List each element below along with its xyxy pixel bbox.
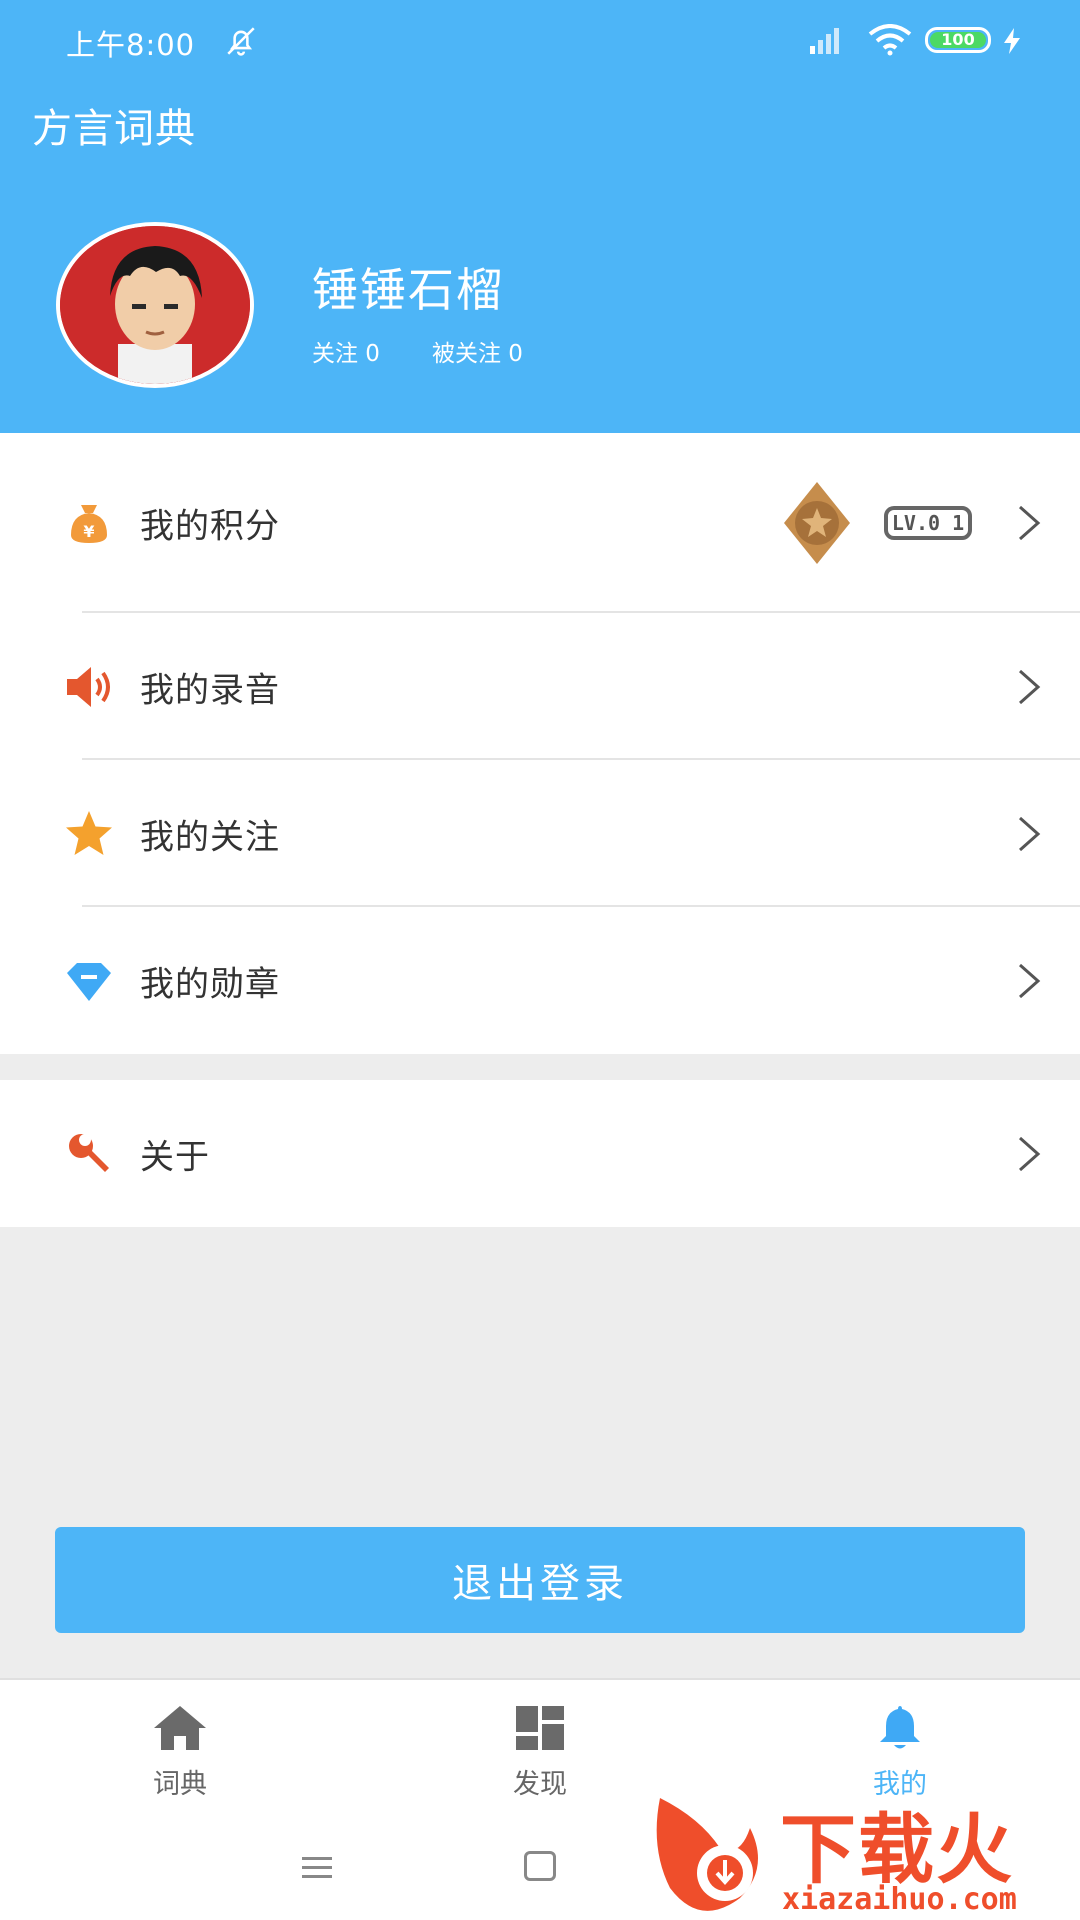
app-title: 方言词典 xyxy=(32,106,196,152)
menu-label-about: 关于 xyxy=(140,1137,210,1177)
follow-stats: 关注 0 被关注 0 xyxy=(312,334,523,368)
watermark: 下载火 xiazaihuo.com xyxy=(640,1778,1080,1920)
following-count[interactable]: 关注 0 xyxy=(312,334,380,368)
avatar[interactable] xyxy=(56,222,254,388)
chevron-right-icon xyxy=(1019,505,1041,541)
bell-off-icon xyxy=(227,27,255,56)
logout-button[interactable]: 退出登录 xyxy=(55,1527,1025,1633)
grid-icon xyxy=(516,1706,564,1750)
signal-icon xyxy=(810,28,839,54)
chevron-right-icon xyxy=(1019,816,1041,851)
wrench-icon xyxy=(69,1133,109,1172)
battery-level: 100 xyxy=(930,32,986,48)
menu-item-points[interactable]: ¥ 我的积分 LV.0 1 xyxy=(0,433,1080,613)
menu-item-about[interactable]: 关于 xyxy=(0,1080,1080,1227)
menu-label-points: 我的积分 xyxy=(140,506,280,547)
menu-item-medals[interactable]: 我的勋章 xyxy=(0,907,1080,1054)
menu-label-medals: 我的勋章 xyxy=(140,964,280,1004)
username: 锤锤石榴 xyxy=(312,263,504,317)
wifi-icon xyxy=(868,24,912,56)
menu-item-following[interactable]: 我的关注 xyxy=(0,760,1080,907)
status-time: 上午8:00 xyxy=(66,28,196,62)
speaker-icon xyxy=(67,666,110,707)
chevron-right-icon xyxy=(1019,963,1041,998)
chevron-right-icon xyxy=(1019,669,1041,704)
menu-label-recordings: 我的录音 xyxy=(140,670,280,710)
watermark-url: xiazaihuo.com xyxy=(782,1882,1017,1917)
charging-icon xyxy=(1004,28,1020,54)
menu-item-recordings[interactable]: 我的录音 xyxy=(0,613,1080,760)
diamond-icon xyxy=(67,962,111,1001)
avatar-illustration-icon xyxy=(60,226,250,384)
nav-item-dictionary[interactable]: 词典 xyxy=(80,1680,280,1817)
money-bag-icon: ¥ xyxy=(71,505,107,543)
chevron-right-icon xyxy=(1019,1136,1041,1171)
menu-label-following: 我的关注 xyxy=(140,817,280,857)
medal-icon xyxy=(784,482,850,564)
nav-label-dictionary: 词典 xyxy=(153,1769,207,1800)
flame-logo-icon xyxy=(656,1798,758,1911)
about-card: 关于 xyxy=(0,1080,1080,1227)
profile-header: 上午8:00 100 方言词典 锤锤石榴 关注 0 被关注 0 xyxy=(0,0,1080,433)
nav-label-discover: 发现 xyxy=(513,1769,567,1800)
menu-card: ¥ 我的积分 LV.0 1 我的录音 我的关注 我的勋章 xyxy=(0,433,1080,1054)
followers-count[interactable]: 被关注 0 xyxy=(432,334,523,368)
star-icon xyxy=(66,810,112,855)
home-square-icon[interactable] xyxy=(524,1851,556,1881)
level-badge: LV.0 1 xyxy=(884,506,972,540)
battery-icon: 100 xyxy=(925,27,991,53)
status-bar: 上午8:00 100 xyxy=(0,0,1080,80)
bell-icon xyxy=(880,1706,920,1749)
svg-text:¥: ¥ xyxy=(83,522,94,541)
home-icon xyxy=(154,1706,206,1750)
menu-icon[interactable] xyxy=(302,1855,332,1881)
nav-item-discover[interactable]: 发现 xyxy=(440,1680,640,1817)
